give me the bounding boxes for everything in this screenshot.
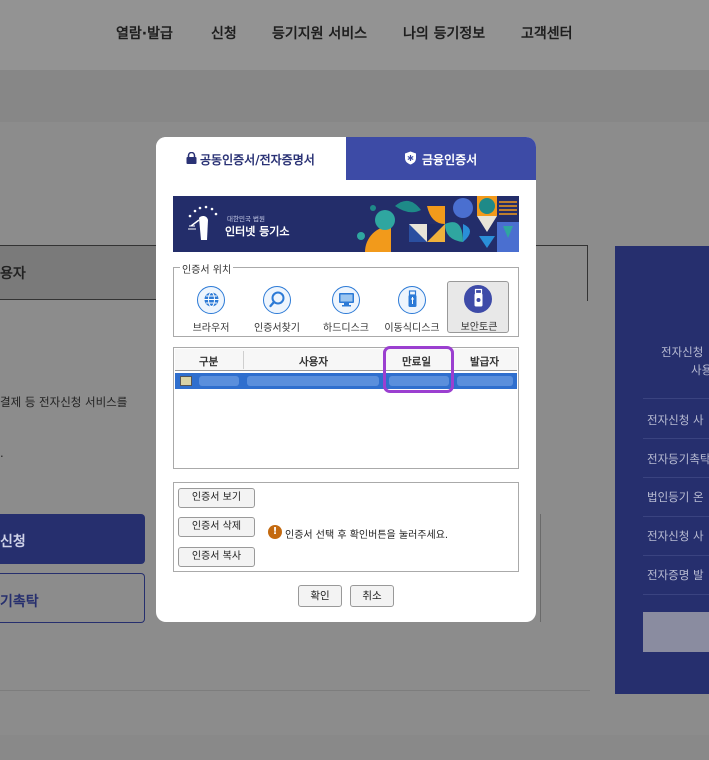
right-panel-button[interactable]	[643, 612, 709, 652]
tab-joint-certificate[interactable]: 공동인증서/전자증명서	[156, 137, 346, 180]
certificate-table-header: 구분 사용자 만료일 발급자	[175, 349, 517, 371]
left-description-end: .	[0, 446, 4, 460]
ok-button[interactable]: 확인	[298, 585, 342, 607]
right-panel-item[interactable]: 법인등기 온	[647, 489, 704, 505]
right-panel-intro-2: 사용	[691, 363, 709, 377]
certificate-actions: 인증서 보기 인증서 삭제 인증서 복사 ! 인증서 선택 후 확인버튼을 눌러…	[173, 482, 519, 572]
monitor-icon	[338, 293, 354, 307]
registry-banner: 대한민국 법원 인터넷 등기소	[173, 196, 519, 252]
tab-financial-certificate-label: 금융인증서	[422, 153, 478, 167]
electronic-apply-label: 신청	[0, 534, 26, 550]
right-panel-item[interactable]: 전자신청 사	[647, 528, 704, 544]
loc-circle	[263, 286, 291, 314]
court-emblem-icon	[188, 205, 218, 240]
shield-icon	[405, 151, 416, 165]
warning-icon: !	[268, 525, 282, 539]
nav-view-issue[interactable]: 열람·발급	[116, 23, 173, 43]
right-quick-panel: 전자신청 사용 전자신청 사 전자등기촉탁 법인등기 온 전자신청 사 전자증명…	[615, 246, 709, 694]
banner-subtitle: 대한민국 법원	[227, 215, 265, 223]
certificate-location-group: 인증서 위치 브라우저 인증서찾기 하드디스크 이동식디스크 보안토큰	[173, 261, 519, 337]
center-panel-border	[535, 245, 588, 246]
col-issuer[interactable]: 발급자	[470, 354, 499, 369]
location-removable-disk[interactable]: 이동식디스크	[381, 283, 443, 335]
location-hard-disk-label: 하드디스크	[323, 323, 369, 334]
instruction-text: 인증서 선택 후 확인버튼을 눌러주세요.	[285, 530, 449, 541]
table-row[interactable]	[175, 373, 517, 389]
right-panel-separator	[643, 555, 709, 556]
copy-certificate-button[interactable]: 인증서 복사	[178, 547, 255, 567]
tab-financial-certificate[interactable]: 금융인증서	[346, 137, 536, 180]
nav-support-service[interactable]: 등기지원 서비스	[272, 23, 367, 43]
cancel-button[interactable]: 취소	[350, 585, 394, 607]
globe-icon	[204, 292, 218, 307]
nav-customer-center[interactable]: 고객센터	[521, 23, 573, 43]
right-panel-separator	[643, 516, 709, 517]
delete-certificate-button[interactable]: 인증서 삭제	[178, 517, 255, 537]
lock-icon	[186, 152, 197, 164]
left-description: 결제 등 전자신청 서비스를	[0, 395, 128, 409]
electronic-commission-label: 기촉탁	[0, 594, 39, 610]
right-panel-separator	[643, 594, 709, 595]
usb-drive-icon	[408, 290, 416, 307]
col-type[interactable]: 구분	[199, 354, 218, 369]
header-band	[0, 70, 709, 122]
tab-joint-certificate-label: 공동인증서/전자증명서	[200, 153, 315, 167]
panel-bottom-divider	[0, 690, 590, 691]
right-panel-intro-1: 전자신청	[661, 345, 704, 359]
top-navigation: 열람·발급 신청 등기지원 서비스 나의 등기정보 고객센터	[0, 0, 709, 70]
location-security-token-label: 보안토큰	[460, 322, 498, 333]
right-panel-separator	[643, 398, 709, 399]
certificate-table: 구분 사용자 만료일 발급자	[173, 347, 519, 469]
nav-my-registry-info[interactable]: 나의 등기정보	[403, 23, 485, 43]
electronic-apply-button[interactable]: 신청	[0, 514, 145, 564]
center-box-edge	[540, 514, 541, 622]
certificate-icon	[180, 376, 192, 386]
cell-type-redacted	[199, 376, 239, 386]
right-panel-item[interactable]: 전자증명 발	[647, 567, 704, 583]
magnifier-icon	[268, 291, 284, 308]
location-browser-label: 브라우저	[192, 323, 230, 334]
loc-circle	[197, 286, 225, 314]
col-separator	[243, 351, 244, 369]
left-section-header: 용자	[0, 246, 156, 300]
electronic-commission-button[interactable]: 기촉탁	[0, 573, 145, 623]
nav-apply[interactable]: 신청	[211, 23, 237, 43]
expiry-column-highlight	[383, 346, 454, 393]
loc-circle	[332, 286, 360, 314]
security-token-icon	[474, 288, 482, 307]
view-certificate-button[interactable]: 인증서 보기	[178, 488, 255, 508]
location-hard-disk[interactable]: 하드디스크	[315, 283, 377, 335]
right-panel-separator	[643, 477, 709, 478]
loc-circle	[464, 285, 492, 313]
certificate-dialog: 공동인증서/전자증명서 금융인증서 대한민국 법원 인터넷 등기소 인증서 위치…	[156, 137, 536, 622]
location-removable-disk-label: 이동식디스크	[384, 323, 440, 334]
footer	[0, 735, 709, 760]
center-panel-border-right	[587, 245, 588, 301]
cell-user-redacted	[247, 376, 379, 386]
right-panel-separator	[643, 438, 709, 439]
location-find-certificate[interactable]: 인증서찾기	[246, 283, 308, 335]
location-find-certificate-label: 인증서찾기	[254, 323, 300, 334]
col-user[interactable]: 사용자	[299, 354, 328, 369]
location-browser[interactable]: 브라우저	[180, 283, 242, 335]
left-section-title: 용자	[0, 266, 26, 282]
location-security-token[interactable]: 보안토큰	[447, 281, 509, 333]
right-panel-item[interactable]: 전자등기촉탁	[647, 451, 709, 467]
cell-issuer-redacted	[457, 376, 513, 386]
certificate-location-legend: 인증서 위치	[180, 261, 234, 276]
loc-circle	[398, 286, 426, 314]
right-panel-item[interactable]: 전자신청 사	[647, 412, 704, 428]
banner-title: 인터넷 등기소	[225, 225, 290, 238]
